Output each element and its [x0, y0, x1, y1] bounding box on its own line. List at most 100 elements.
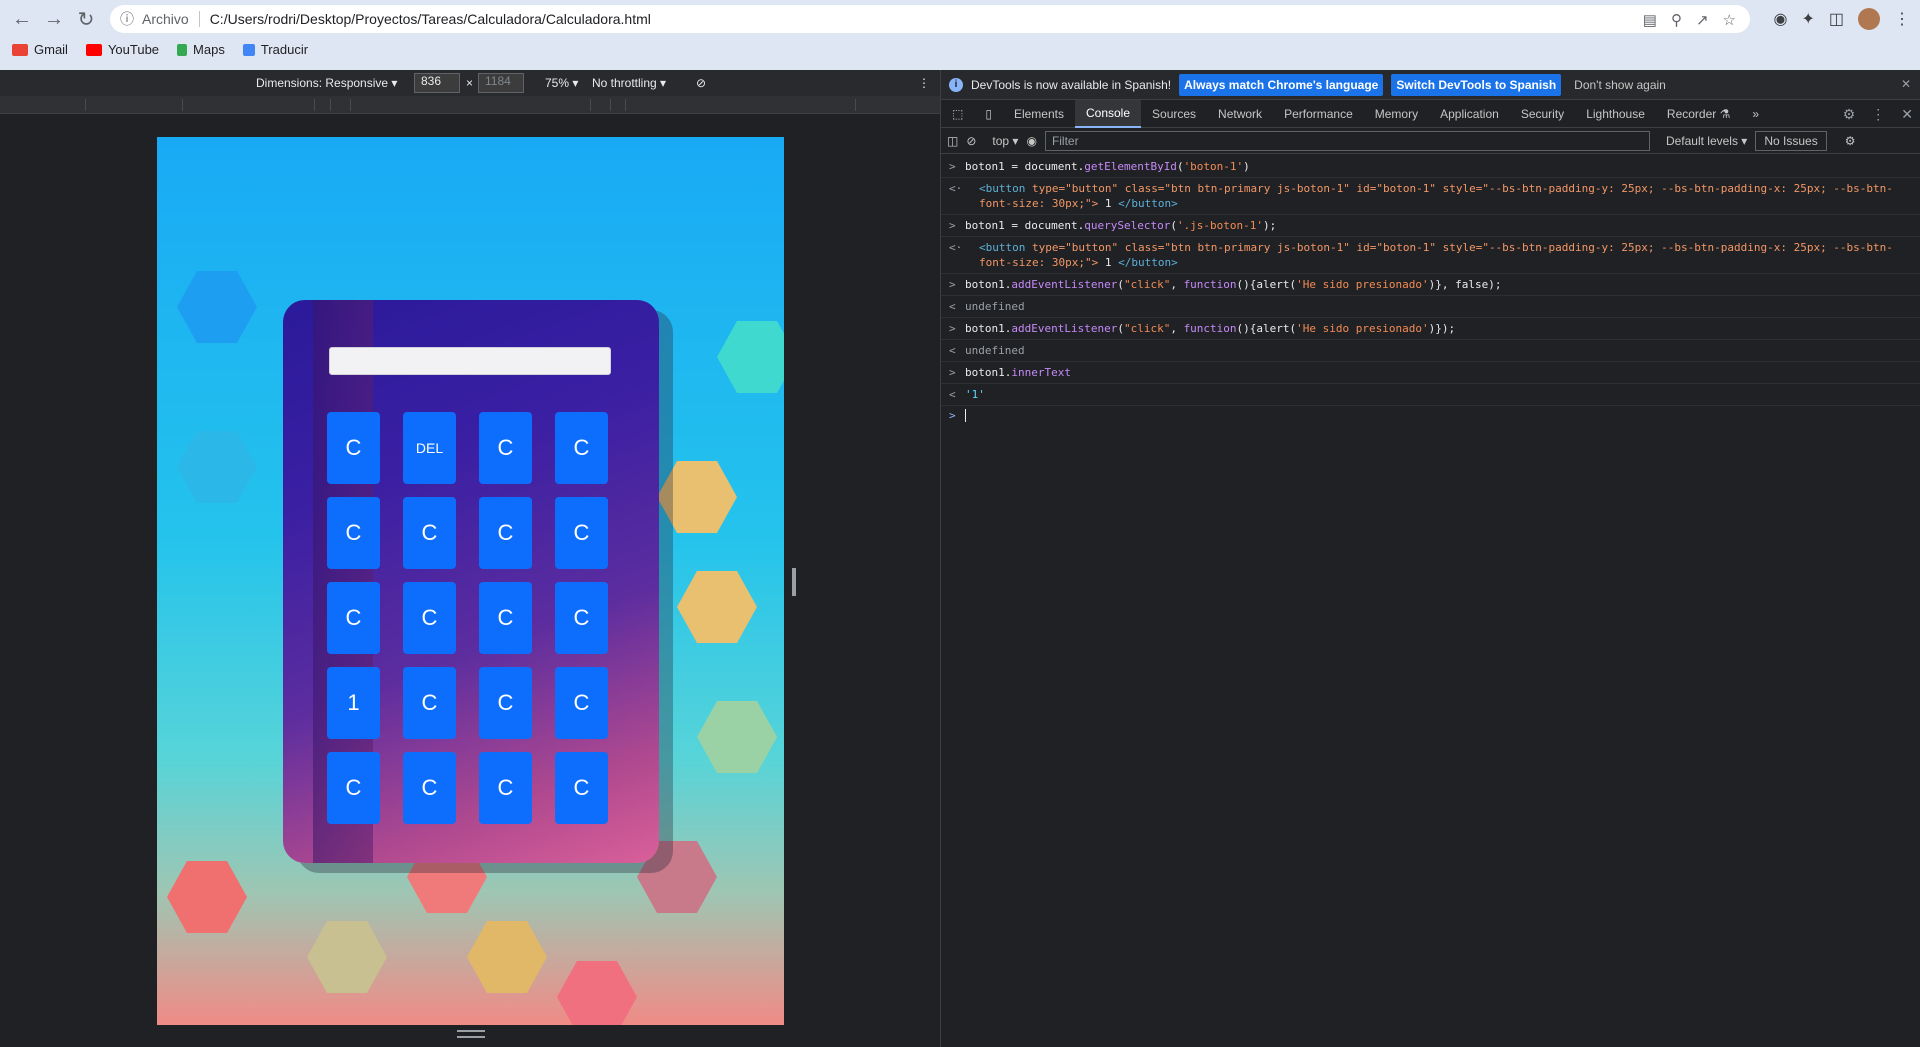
width-input[interactable]: 836 — [414, 73, 460, 93]
bg-hexagon — [467, 921, 547, 993]
height-input[interactable]: 1184 — [478, 73, 524, 93]
tab-recorder[interactable]: Recorder ⚗ — [1656, 100, 1741, 128]
translate-icon[interactable]: ▤ — [1643, 11, 1657, 29]
key-c[interactable]: C — [479, 752, 532, 824]
bookmarks-bar: Gmail YouTube Maps Traducir — [12, 42, 308, 57]
bg-hexagon — [177, 431, 257, 503]
match-language-button[interactable]: Always match Chrome's language — [1179, 73, 1384, 96]
close-icon[interactable]: ✕ — [1901, 77, 1911, 91]
menu-kebab-icon[interactable]: ⋮ — [1894, 9, 1910, 29]
gmail-icon — [12, 43, 28, 56]
tab-elements[interactable]: Elements — [1003, 100, 1075, 128]
more-options-icon[interactable]: ⋮ — [1871, 106, 1885, 123]
levels-select[interactable]: Default levels ▾ — [1666, 134, 1747, 148]
bookmark-maps[interactable]: Maps — [177, 42, 225, 57]
tab-application[interactable]: Application — [1429, 100, 1510, 128]
console-settings-icon[interactable]: ⚙ — [1845, 134, 1856, 148]
address-separator — [198, 11, 200, 27]
more-tabs-icon[interactable]: » — [1741, 100, 1770, 128]
console-result-line: < '1' — [941, 384, 1920, 406]
address-bar[interactable]: ⓘ Archivo C:/Users/rodri/Desktop/Proyect… — [110, 5, 1750, 33]
info-icon: i — [949, 77, 963, 92]
console-result-line[interactable]: <· <button type="button" class="btn btn-… — [941, 178, 1920, 215]
calculator-page: C DEL C C C C C C C C C C 1 C C C C C C … — [157, 137, 784, 1025]
key-del[interactable]: DEL — [403, 412, 456, 484]
rotate-icon[interactable]: ⊘ — [696, 76, 706, 90]
console-input-line: > boton1.innerText — [941, 362, 1920, 384]
key-c[interactable]: C — [327, 582, 380, 654]
console-result-line: < undefined — [941, 340, 1920, 362]
key-c[interactable]: C — [479, 412, 532, 484]
translate-icon — [242, 43, 255, 56]
reload-icon[interactable]: ↻ — [70, 3, 102, 35]
extension-icon[interactable]: ◉ — [1774, 9, 1788, 29]
share-icon[interactable]: ↗ — [1696, 11, 1709, 29]
key-c[interactable]: C — [555, 752, 608, 824]
key-c[interactable]: C — [555, 497, 608, 569]
console-output: > boton1 = document.getElementById('boto… — [941, 156, 1920, 428]
key-c[interactable]: C — [555, 412, 608, 484]
console-prompt[interactable]: > — [941, 406, 1920, 428]
key-1[interactable]: 1 — [327, 667, 380, 739]
key-c[interactable]: C — [403, 667, 456, 739]
resize-handle-bottom[interactable] — [457, 1030, 485, 1038]
infobar-text: DevTools is now available in Spanish! — [971, 77, 1172, 92]
settings-icon[interactable]: ⚙ — [1843, 106, 1856, 123]
key-c[interactable]: C — [327, 752, 380, 824]
key-c[interactable]: C — [403, 497, 456, 569]
live-expression-icon[interactable]: ◉ — [1026, 134, 1036, 148]
filter-input[interactable]: Filter — [1044, 130, 1650, 151]
tab-network[interactable]: Network — [1207, 100, 1273, 128]
dimensions-select[interactable]: Dimensions: Responsive ▾ — [256, 76, 397, 90]
key-c[interactable]: C — [555, 582, 608, 654]
resize-handle-right[interactable] — [792, 568, 796, 596]
calculator-display[interactable] — [329, 347, 611, 375]
sidebar-toggle-icon[interactable]: ◫ — [947, 134, 958, 148]
devtools-actions: ⚙ ⋮ ✕ — [1843, 106, 1913, 123]
console-input-line: > boton1.addEventListener("click", funct… — [941, 318, 1920, 340]
key-c[interactable]: C — [479, 497, 532, 569]
back-icon[interactable]: ← — [6, 3, 38, 35]
key-c[interactable]: C — [327, 412, 380, 484]
console-result-line[interactable]: <· <button type="button" class="btn btn-… — [941, 237, 1920, 274]
tab-memory[interactable]: Memory — [1364, 100, 1429, 128]
omnibox-icons: ▤ ⚲ ↗ ☆ — [1643, 11, 1736, 29]
bookmark-youtube[interactable]: YouTube — [85, 42, 159, 57]
switch-spanish-button[interactable]: Switch DevTools to Spanish — [1391, 73, 1562, 96]
youtube-icon — [85, 43, 102, 56]
bg-hexagon — [657, 461, 737, 533]
tab-sources[interactable]: Sources — [1141, 100, 1207, 128]
forward-icon[interactable]: → — [38, 3, 70, 35]
bookmark-gmail[interactable]: Gmail — [12, 42, 68, 57]
key-c[interactable]: C — [479, 582, 532, 654]
address-url[interactable]: C:/Users/rodri/Desktop/Proyectos/Tareas/… — [210, 11, 651, 27]
bookmark-traducir[interactable]: Traducir — [242, 42, 308, 57]
context-select[interactable]: top ▾ — [992, 134, 1018, 148]
throttling-select[interactable]: No throttling ▾ — [592, 76, 666, 90]
avatar[interactable] — [1858, 8, 1880, 30]
tab-security[interactable]: Security — [1510, 100, 1575, 128]
puzzle-icon[interactable]: ✦ — [1801, 9, 1814, 29]
key-c[interactable]: C — [403, 752, 456, 824]
calculator: C DEL C C C C C C C C C C 1 C C C C C C … — [283, 300, 659, 863]
key-c[interactable]: C — [327, 497, 380, 569]
tab-console[interactable]: Console — [1074, 99, 1142, 128]
issues-button[interactable]: No Issues — [1755, 130, 1827, 151]
dont-show-again-button[interactable]: Don't show again — [1569, 74, 1671, 96]
bookmark-star-icon[interactable]: ☆ — [1723, 11, 1736, 29]
inspect-element-icon[interactable]: ⬚ — [941, 100, 974, 128]
tab-lighthouse[interactable]: Lighthouse — [1575, 100, 1656, 128]
info-icon[interactable]: ⓘ — [120, 9, 134, 29]
clear-console-icon[interactable]: ⊘ — [966, 134, 976, 148]
close-devtools-icon[interactable]: ✕ — [1901, 106, 1913, 123]
key-c[interactable]: C — [555, 667, 608, 739]
tab-performance[interactable]: Performance — [1273, 100, 1364, 128]
key-c[interactable]: C — [403, 582, 456, 654]
device-toggle-icon[interactable]: ▯ — [974, 100, 1003, 128]
zoom-select[interactable]: 75% ▾ — [545, 76, 578, 90]
media-query-ruler[interactable] — [0, 96, 940, 114]
more-options-icon[interactable]: ⋮ — [918, 76, 930, 90]
side-panel-icon[interactable]: ◫ — [1829, 9, 1844, 29]
key-c[interactable]: C — [479, 667, 532, 739]
zoom-icon[interactable]: ⚲ — [1671, 11, 1682, 29]
